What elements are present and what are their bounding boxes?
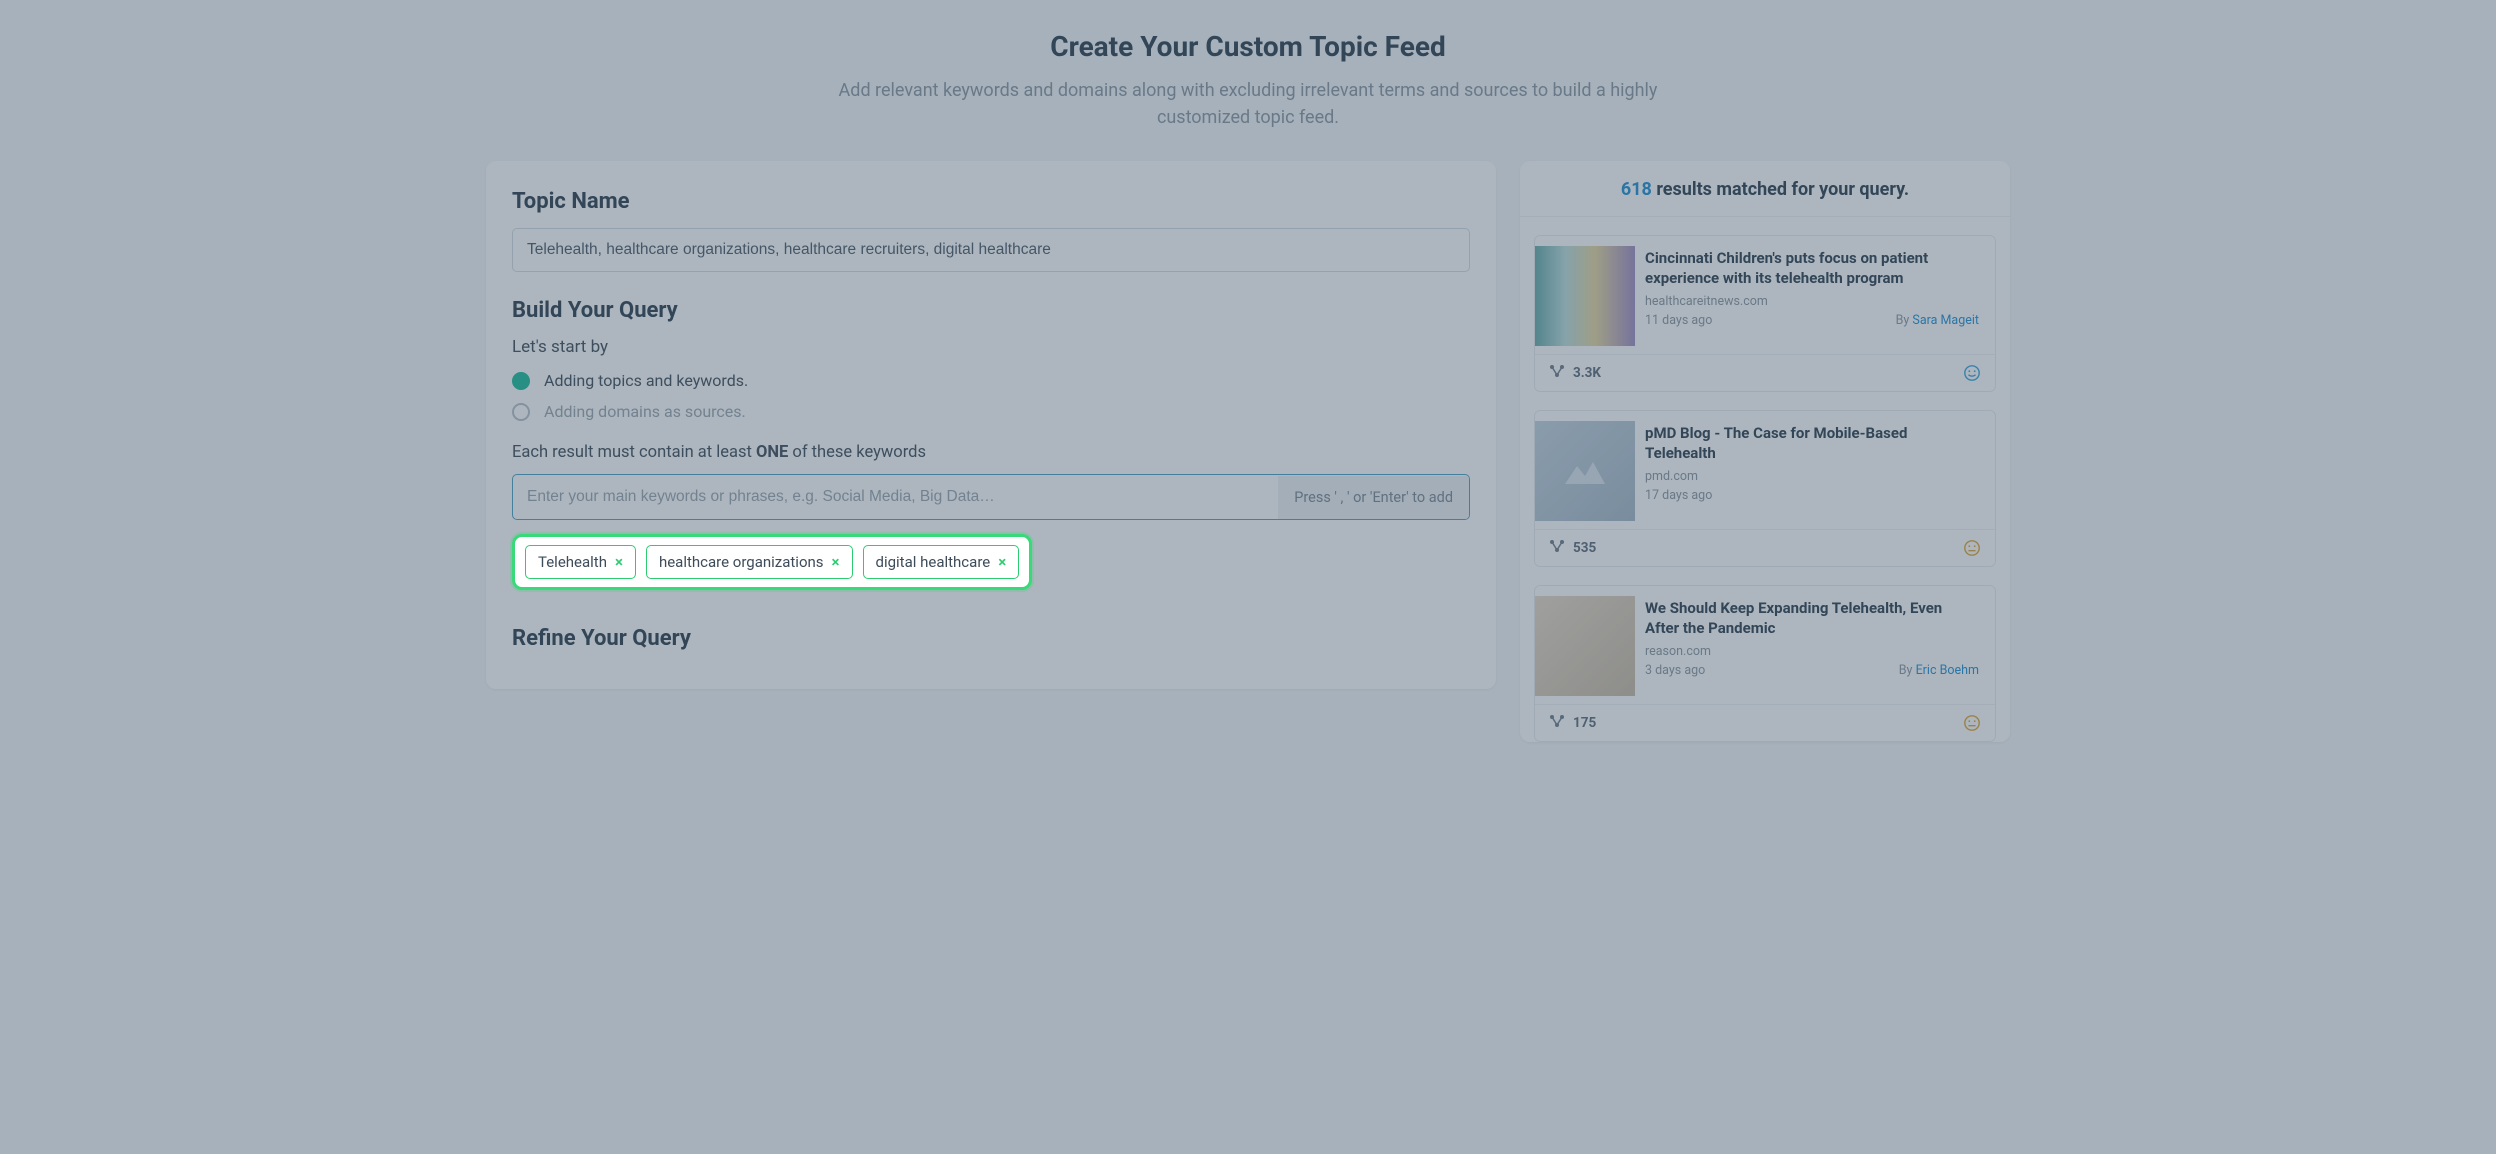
- result-author: By Sara Mageit: [1896, 313, 1979, 328]
- share-icon: [1549, 714, 1565, 732]
- page-title: Create Your Custom Topic Feed: [486, 30, 2010, 63]
- radio-label: Adding domains as sources.: [544, 402, 746, 421]
- radio-icon: [512, 403, 530, 421]
- keyword-instruction: Each result must contain at least ONE of…: [512, 443, 1470, 462]
- result-source: reason.com: [1645, 644, 1979, 659]
- close-icon[interactable]: ×: [998, 555, 1006, 570]
- refine-query-label: Refine Your Query: [512, 626, 1470, 651]
- query-mode-radio-group: Adding topics and keywords. Adding domai…: [512, 371, 1470, 421]
- result-title: We Should Keep Expanding Telehealth, Eve…: [1645, 598, 1979, 639]
- result-source: healthcareitnews.com: [1645, 294, 1979, 309]
- neutral-icon: [1963, 539, 1981, 557]
- tag-label: Telehealth: [538, 553, 607, 571]
- keyword-tag[interactable]: Telehealth ×: [525, 545, 636, 579]
- result-stat: 535: [1573, 540, 1596, 556]
- results-panel: 618 results matched for your query. Cinc…: [1520, 161, 2010, 742]
- result-thumbnail: [1535, 246, 1635, 346]
- radio-domains-sources[interactable]: Adding domains as sources.: [512, 402, 1470, 421]
- result-thumbnail: [1535, 596, 1635, 696]
- result-title: Cincinnati Children's puts focus on pati…: [1645, 248, 1979, 289]
- keyword-input-hint: Press ' , ' or 'Enter' to add: [1278, 476, 1469, 519]
- smile-icon: [1963, 364, 1981, 382]
- result-age: 11 days ago: [1645, 313, 1712, 328]
- result-author: By Eric Boehm: [1899, 663, 1979, 678]
- result-card[interactable]: We Should Keep Expanding Telehealth, Eve…: [1534, 585, 1996, 742]
- keyword-input[interactable]: [513, 475, 1278, 519]
- keyword-input-wrap: Press ' , ' or 'Enter' to add: [512, 474, 1470, 520]
- result-source: pmd.com: [1645, 469, 1979, 484]
- neutral-icon: [1963, 714, 1981, 732]
- result-title: pMD Blog - The Case for Mobile-Based Tel…: [1645, 423, 1979, 464]
- keyword-tag[interactable]: digital healthcare ×: [863, 545, 1020, 579]
- radio-icon: [512, 372, 530, 390]
- tag-label: digital healthcare: [876, 553, 991, 571]
- form-panel: Topic Name Build Your Query Let's start …: [486, 161, 1496, 689]
- keyword-tag[interactable]: healthcare organizations ×: [646, 545, 853, 579]
- share-icon: [1549, 539, 1565, 557]
- close-icon[interactable]: ×: [615, 555, 623, 570]
- results-count: 618: [1621, 179, 1652, 200]
- topic-name-label: Topic Name: [512, 189, 1470, 214]
- result-stat: 175: [1573, 715, 1596, 731]
- result-card[interactable]: Cincinnati Children's puts focus on pati…: [1534, 235, 1996, 392]
- radio-label: Adding topics and keywords.: [544, 371, 748, 390]
- page-header: Create Your Custom Topic Feed Add releva…: [486, 30, 2010, 131]
- result-card[interactable]: pMD Blog - The Case for Mobile-Based Tel…: [1534, 410, 1996, 567]
- page-subtitle: Add relevant keywords and domains along …: [798, 77, 1698, 131]
- result-age: 3 days ago: [1645, 663, 1705, 678]
- result-age: 17 days ago: [1645, 488, 1712, 503]
- close-icon[interactable]: ×: [832, 555, 840, 570]
- result-stat: 3.3K: [1573, 365, 1601, 381]
- radio-topics-keywords[interactable]: Adding topics and keywords.: [512, 371, 1470, 390]
- build-query-prompt: Let's start by: [512, 337, 1470, 357]
- results-header: 618 results matched for your query.: [1520, 161, 2010, 217]
- share-icon: [1549, 364, 1565, 382]
- tag-label: healthcare organizations: [659, 553, 824, 571]
- build-query-label: Build Your Query: [512, 298, 1470, 323]
- keyword-tags-highlight: Telehealth × healthcare organizations × …: [512, 534, 1032, 590]
- topic-name-input[interactable]: [512, 228, 1470, 272]
- result-thumbnail: [1535, 421, 1635, 521]
